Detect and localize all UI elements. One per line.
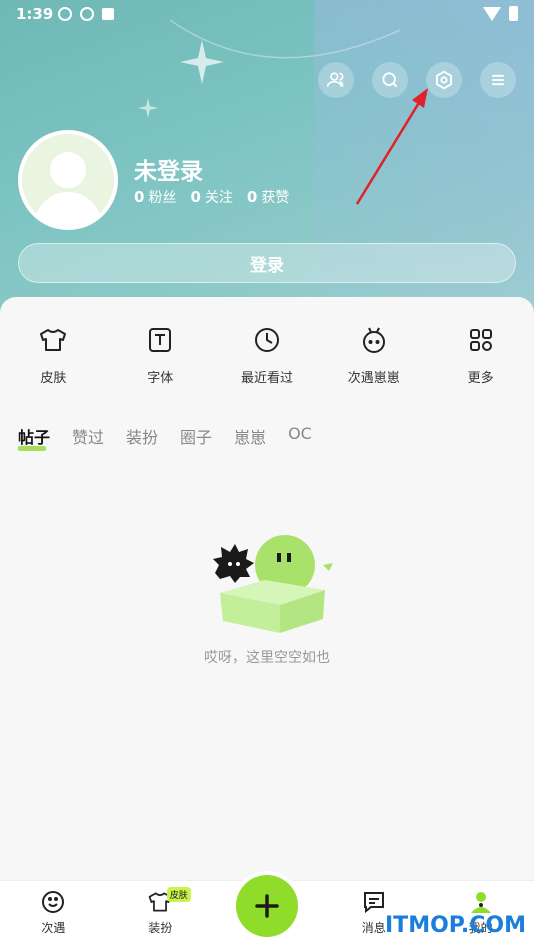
status-time: 1:39 <box>16 5 54 23</box>
sparkle-decoration <box>138 98 158 122</box>
nav-outfits[interactable]: 皮肤 装扮 <box>107 881 214 951</box>
contacts-button[interactable] <box>318 62 354 98</box>
wifi-icon <box>483 6 501 21</box>
quick-action-more[interactable]: 更多 <box>427 325 534 386</box>
tab-oc[interactable]: OC <box>288 424 312 448</box>
content-tabs: 帖子 赞过 装扮 圈子 崽崽 OC <box>18 424 312 451</box>
shirt-icon <box>40 329 67 351</box>
empty-state-text: 哎呀，这里空空如也 <box>204 650 330 666</box>
more-grid-icon <box>469 329 492 351</box>
username[interactable]: 未登录 <box>134 152 203 186</box>
search-icon <box>382 72 398 88</box>
message-icon <box>363 892 384 914</box>
battery-icon <box>509 6 518 21</box>
status-bar: 1:39 <box>0 0 534 28</box>
content-card: 皮肤 字体 最近看过 次遇崽崽 更多 帖子 赞过 装扮 圈子 崽崽 OC 哎呀，… <box>0 297 534 880</box>
avatar-placeholder-icon <box>50 152 86 188</box>
profile-stats: 0 粉丝 0 关注 0 获赞 <box>134 187 289 207</box>
create-post-button[interactable] <box>236 875 298 937</box>
fans-stat[interactable]: 0 粉丝 <box>134 187 176 207</box>
plus-icon <box>255 894 279 918</box>
quick-action-creature[interactable]: 次遇崽崽 <box>320 325 427 386</box>
quick-action-skin[interactable]: 皮肤 <box>0 325 107 386</box>
watermark-text: ITMOP.COM <box>385 913 526 938</box>
search-button[interactable] <box>372 62 408 98</box>
menu-icon <box>492 74 504 86</box>
empty-box-illustration <box>213 535 333 633</box>
skin-badge: 皮肤 <box>166 887 191 902</box>
contacts-icon <box>326 72 344 87</box>
quick-action-font[interactable]: 字体 <box>107 325 214 386</box>
quick-action-recent[interactable]: 最近看过 <box>214 325 321 386</box>
notification-icon <box>58 7 72 21</box>
notification-icon <box>80 7 94 21</box>
login-button[interactable]: 登录 <box>18 243 516 283</box>
quick-actions: 皮肤 字体 最近看过 次遇崽崽 更多 <box>0 325 534 386</box>
following-stat[interactable]: 0 关注 <box>190 187 232 207</box>
notification-icon <box>102 8 114 20</box>
avatar[interactable] <box>18 130 118 230</box>
nav-encounter[interactable]: 次遇 <box>0 881 107 951</box>
settings-icon <box>436 70 452 90</box>
tab-creatures[interactable]: 崽崽 <box>234 424 266 448</box>
settings-button[interactable] <box>426 62 462 98</box>
clock-icon <box>254 328 279 352</box>
tab-circles[interactable]: 圈子 <box>180 424 212 448</box>
header-actions <box>318 62 516 98</box>
tab-liked[interactable]: 赞过 <box>72 424 104 448</box>
likes-stat[interactable]: 0 获赞 <box>247 187 289 207</box>
tab-outfits[interactable]: 装扮 <box>126 424 158 448</box>
profile-icon <box>470 892 491 913</box>
tab-posts[interactable]: 帖子 <box>18 424 50 451</box>
menu-button[interactable] <box>480 62 516 98</box>
font-icon <box>149 328 172 352</box>
smile-icon <box>42 891 65 913</box>
creature-icon <box>362 327 385 353</box>
